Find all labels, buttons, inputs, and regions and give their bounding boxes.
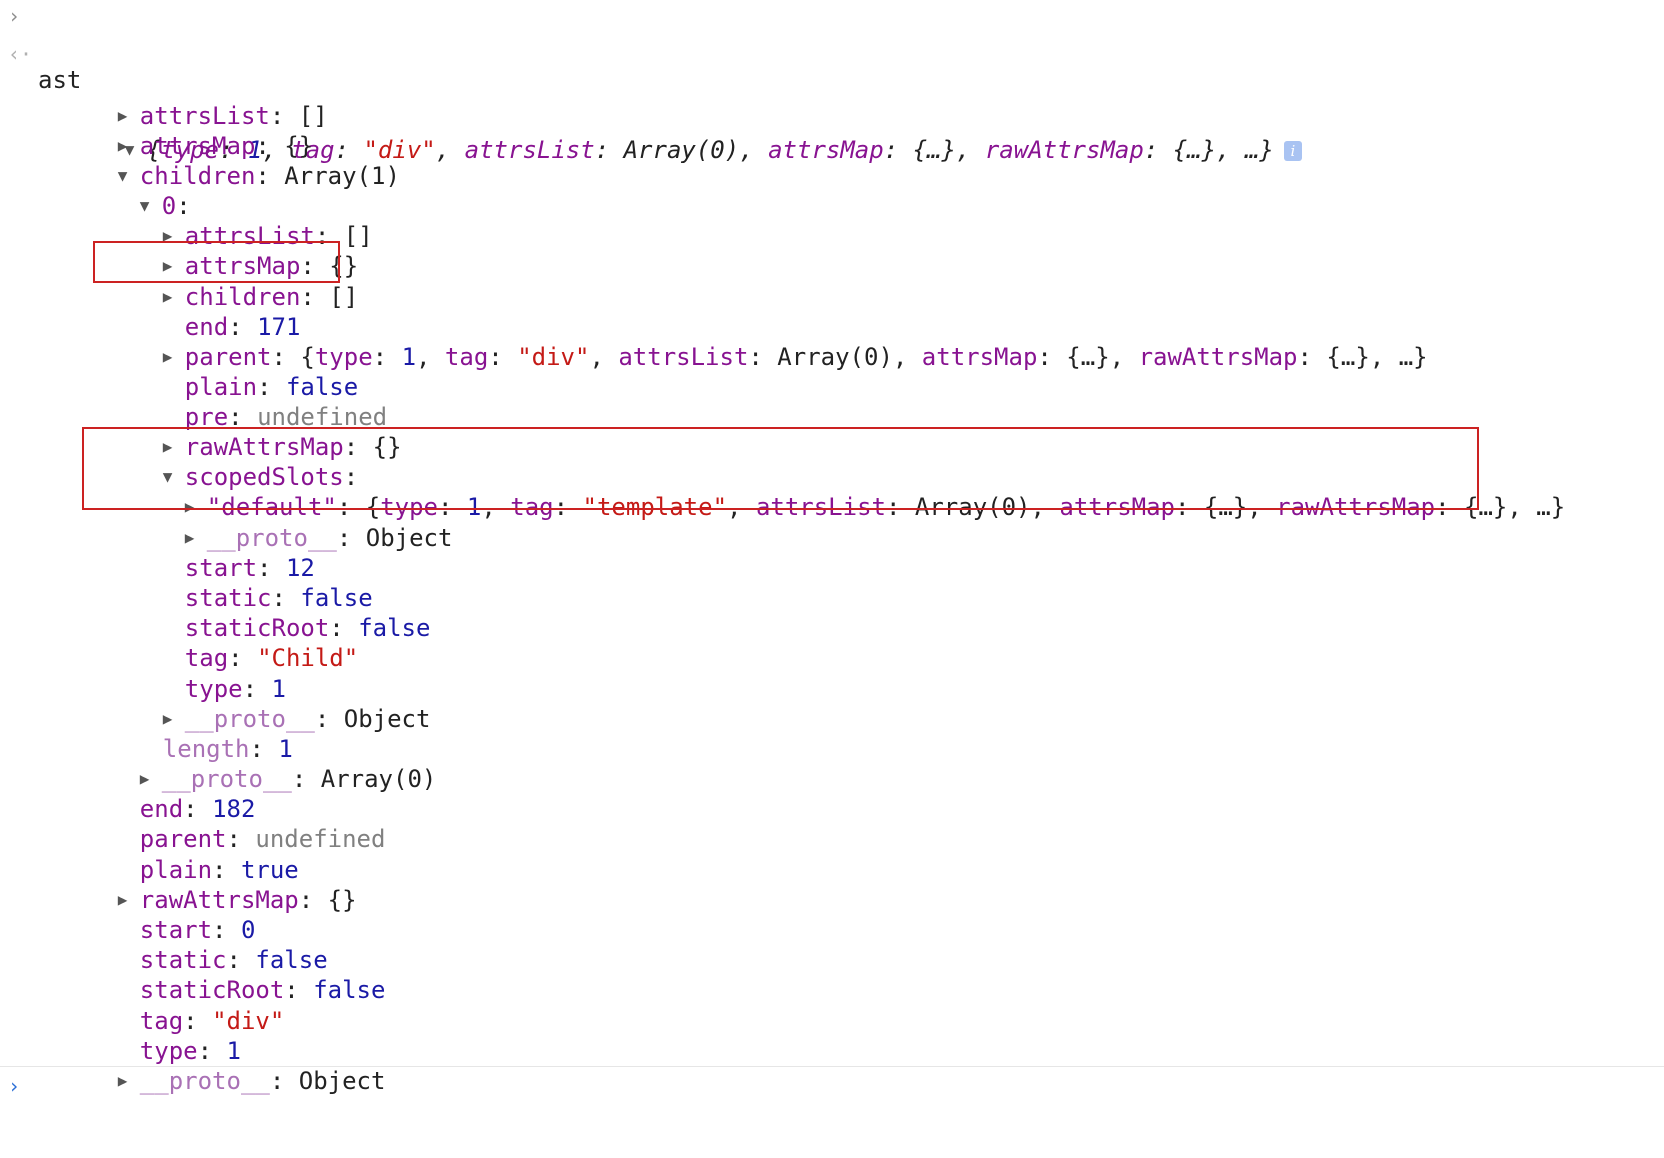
child0-type: type: 1 xyxy=(184,675,286,703)
return-arrow-icon: ‹· xyxy=(8,42,33,66)
prop-attrsMap[interactable]: ▶ attrsMap: {} xyxy=(60,98,313,160)
prop-start: start: 0 xyxy=(139,916,256,944)
prop-end: end: 182 xyxy=(139,795,256,823)
child0-attrsList[interactable]: ▶ attrsList: [] xyxy=(105,188,373,250)
child0-static: static: false xyxy=(184,584,373,612)
child0-end: end: 171 xyxy=(184,313,301,341)
devtools-console: › ast ‹· ▼ {type: 1, tag: "div", attrsLis… xyxy=(0,0,1664,1158)
prop-staticRoot: staticRoot: false xyxy=(139,976,386,1004)
prop-children[interactable]: ▼ children: Array(1) xyxy=(60,128,400,190)
child0-pre: pre: undefined xyxy=(184,403,388,431)
prompt-caret-icon[interactable]: › xyxy=(8,1074,20,1098)
child0-plain: plain: false xyxy=(184,373,359,401)
chevron-right-icon: › xyxy=(8,4,21,28)
highlight-box-children xyxy=(93,241,340,283)
child0-start: start: 12 xyxy=(184,554,315,582)
child0-parent[interactable]: ▶ parent: {type: 1, tag: "div", attrsList… xyxy=(105,309,1428,371)
prop-type: type: 1 xyxy=(139,1037,241,1065)
prop-rawAttrsMap[interactable]: ▶ rawAttrsMap: {} xyxy=(60,852,357,914)
triangle-right-icon[interactable]: ▶ xyxy=(118,1065,140,1097)
highlight-box-scopedSlots xyxy=(82,427,1479,510)
prop-plain: plain: true xyxy=(139,856,299,884)
prop-static: static: false xyxy=(139,946,328,974)
console-input-divider xyxy=(0,1066,1664,1067)
result-summary-line[interactable]: ‹· ▼ {type: 1, tag: "div", attrsList: Arr… xyxy=(0,38,1302,164)
prop-tag: tag: "div" xyxy=(139,1007,285,1035)
prop-attrsList[interactable]: ▶ attrsList: [] xyxy=(60,68,328,130)
prop-parent: parent: undefined xyxy=(139,825,386,853)
child0-tag: tag: "Child" xyxy=(184,644,359,672)
prop-child-0[interactable]: ▼ 0: xyxy=(82,158,191,220)
child0-proto[interactable]: ▶ __proto__: Object xyxy=(105,671,431,733)
children-length: length: 1 xyxy=(162,735,293,763)
children-proto[interactable]: ▶ __proto__: Array(0) xyxy=(82,731,437,793)
console-input-line: › ast xyxy=(0,0,81,94)
prop-proto[interactable]: ▶ __proto__: Object xyxy=(60,1033,386,1095)
child0-staticRoot: staticRoot: false xyxy=(184,614,431,642)
info-icon[interactable]: i xyxy=(1283,141,1302,161)
